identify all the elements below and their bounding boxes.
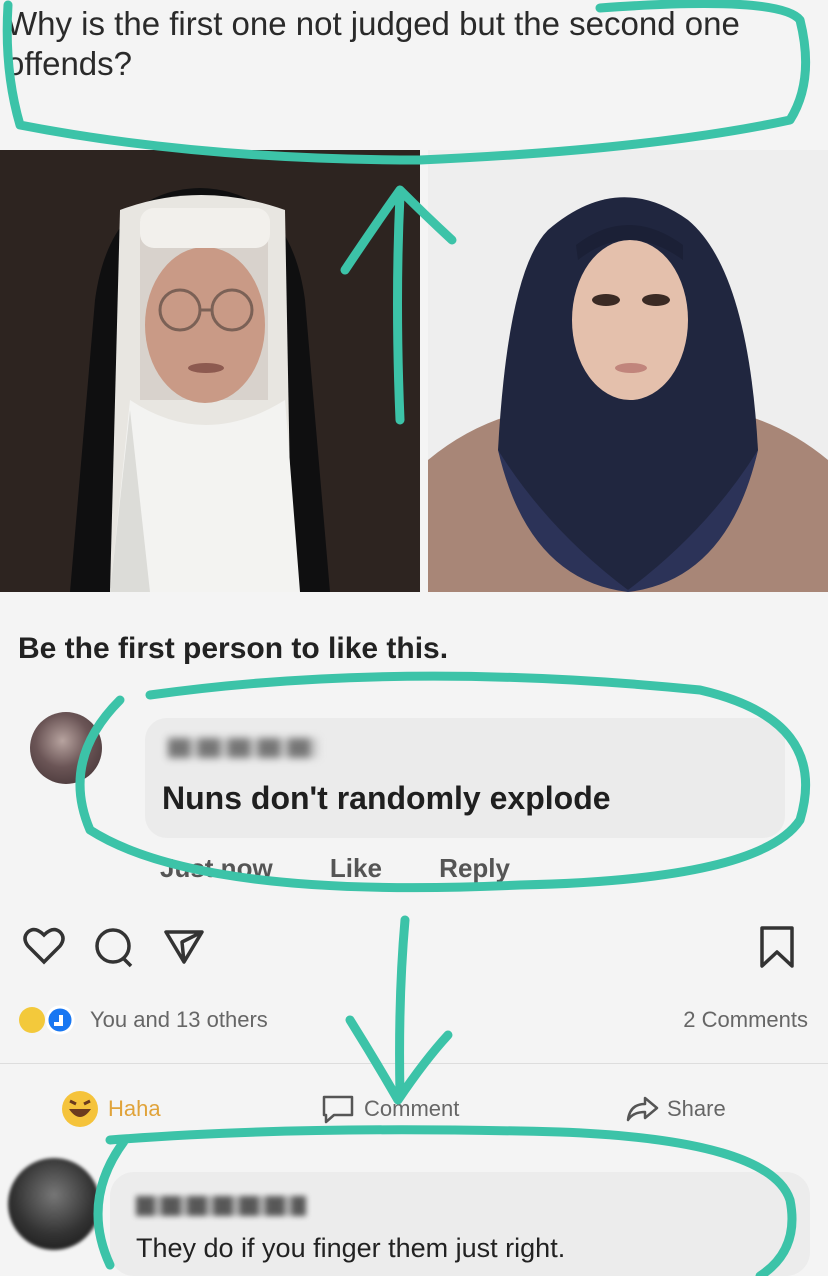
post-question: Why is the first one not judged but the … — [6, 5, 740, 82]
reaction-emoji-icons — [19, 1005, 75, 1035]
post-icon-row — [22, 922, 812, 974]
comment-text: They do if you finger them just right. — [136, 1233, 566, 1263]
comment-timestamp: Just now — [160, 853, 273, 883]
redacted-commenter-name — [168, 738, 318, 758]
send-icon[interactable] — [162, 926, 206, 966]
reaction-summary[interactable]: You and 13 others — [90, 1007, 268, 1033]
reaction-summary-row: You and 13 others 2 Comments — [18, 1003, 808, 1039]
haha-button[interactable]: Haha — [60, 1085, 161, 1133]
heart-icon[interactable] — [22, 926, 66, 966]
like-prompt: Be the first person to like this. — [18, 632, 449, 665]
comment-reply-link[interactable]: Reply — [439, 853, 510, 883]
comment-label: Comment — [364, 1096, 460, 1121]
share-button[interactable]: Share — [625, 1085, 726, 1133]
comments-count[interactable]: 2 Comments — [683, 1007, 808, 1033]
bookmark-icon[interactable] — [757, 924, 797, 970]
commenter-avatar[interactable] — [30, 712, 102, 784]
share-label: Share — [667, 1096, 726, 1121]
commenter-avatar[interactable] — [8, 1158, 100, 1250]
redacted-commenter-name — [136, 1196, 306, 1216]
hijab-illustration — [428, 150, 828, 592]
comment-button[interactable]: Comment — [320, 1085, 459, 1133]
post-photos[interactable] — [0, 150, 828, 592]
comment-text: Nuns don't randomly explode — [162, 780, 611, 816]
photo-hijab[interactable] — [428, 150, 828, 592]
post-action-bar: Haha Comment Share — [60, 1085, 820, 1133]
haha-emoji-icon — [62, 1091, 98, 1127]
photo-nun[interactable] — [0, 150, 420, 592]
comment-bubble — [145, 718, 785, 838]
comment-bubble-icon — [322, 1095, 354, 1124]
nun-illustration — [0, 150, 420, 592]
share-arrow-icon — [626, 1096, 659, 1122]
divider — [0, 1063, 828, 1064]
haha-label: Haha — [108, 1096, 161, 1121]
comment-actions: Just now Like Reply — [160, 853, 560, 884]
comment-like-link[interactable]: Like — [330, 853, 382, 883]
comment-icon[interactable] — [92, 926, 136, 968]
